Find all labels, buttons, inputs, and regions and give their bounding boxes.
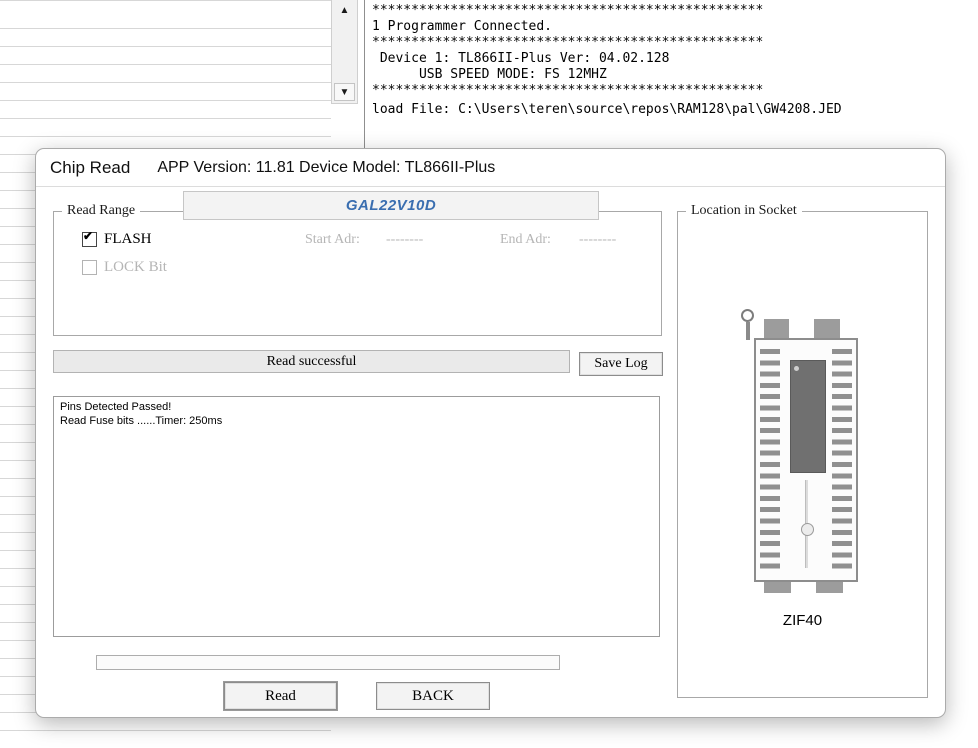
- zif-lever-icon: [741, 309, 754, 322]
- check-icon: ✔: [83, 229, 93, 243]
- dialog-title: Chip Read: [50, 158, 130, 178]
- status-bar: Read successful: [53, 350, 570, 373]
- log-line: Read Fuse bits ......Timer: 250ms: [60, 414, 653, 428]
- back-button[interactable]: BACK: [376, 682, 490, 710]
- zif-pins-right: [832, 349, 852, 575]
- start-adr-value: --------: [386, 232, 423, 248]
- console-line: Device 1: TL866II-Plus Ver: 04.02.128: [372, 51, 978, 67]
- dialog-header: Chip Read APP Version: 11.81 Device Mode…: [36, 149, 945, 187]
- console-line: 1 Programmer Connected.: [372, 19, 978, 35]
- log-console: ****************************************…: [364, 0, 978, 148]
- inserted-chip-graphic: [790, 360, 826, 473]
- scroll-up-button[interactable]: ▲: [334, 2, 355, 18]
- flash-checkbox[interactable]: ✔: [82, 232, 97, 247]
- end-adr-value: --------: [579, 232, 616, 248]
- socket-type-label: ZIF40: [678, 612, 927, 629]
- background-scrollbar[interactable]: ▲ ▼: [331, 0, 358, 104]
- flash-checkbox-row[interactable]: ✔ FLASH: [82, 231, 152, 248]
- console-line: ****************************************…: [372, 35, 978, 51]
- console-line: load File: C:\Users\teren\source\repos\R…: [372, 102, 978, 118]
- progress-bar: [96, 655, 560, 670]
- status-text: Read successful: [267, 354, 357, 370]
- start-adr-label: Start Adr:: [305, 232, 360, 248]
- read-range-legend: Read Range: [62, 203, 140, 219]
- console-line: USB SPEED MODE: FS 12MHZ: [372, 67, 978, 83]
- console-line: ****************************************…: [372, 83, 978, 99]
- flash-checkbox-label: FLASH: [104, 231, 152, 248]
- lock-bit-checkbox-label: LOCK Bit: [104, 259, 167, 276]
- location-in-socket-group: Location in Socket ZIF40: [677, 211, 928, 698]
- up-arrow-icon: ▲: [340, 5, 350, 16]
- lock-bit-checkbox: [82, 260, 97, 275]
- zif-lever-stem: [746, 322, 750, 340]
- zif-socket-graphic: [754, 338, 858, 582]
- log-line: Pins Detected Passed!: [60, 400, 653, 414]
- lock-bit-checkbox-row: LOCK Bit: [82, 259, 167, 276]
- dialog-subtitle: APP Version: 11.81 Device Model: TL866II…: [157, 159, 495, 177]
- save-log-button[interactable]: Save Log: [579, 352, 663, 376]
- operation-log: Pins Detected Passed! Read Fuse bits ...…: [53, 396, 660, 637]
- end-adr-label: End Adr:: [500, 232, 551, 248]
- down-arrow-icon: ▼: [340, 87, 350, 98]
- selected-chip-name: GAL22V10D: [183, 191, 599, 220]
- chip-read-dialog: Chip Read APP Version: 11.81 Device Mode…: [35, 148, 946, 718]
- console-line: ****************************************…: [372, 3, 978, 19]
- scroll-down-button[interactable]: ▼: [334, 83, 355, 101]
- location-in-socket-legend: Location in Socket: [686, 203, 802, 219]
- read-range-group: Read Range ✔ FLASH LOCK Bit Start Adr: -…: [53, 211, 662, 336]
- screen: ▲ ▼ ************************************…: [0, 0, 978, 748]
- read-button[interactable]: Read: [224, 682, 337, 710]
- chip-pin1-dot: [794, 366, 799, 371]
- zif-pins-left: [760, 349, 780, 575]
- zif-screw-icon: [801, 523, 814, 536]
